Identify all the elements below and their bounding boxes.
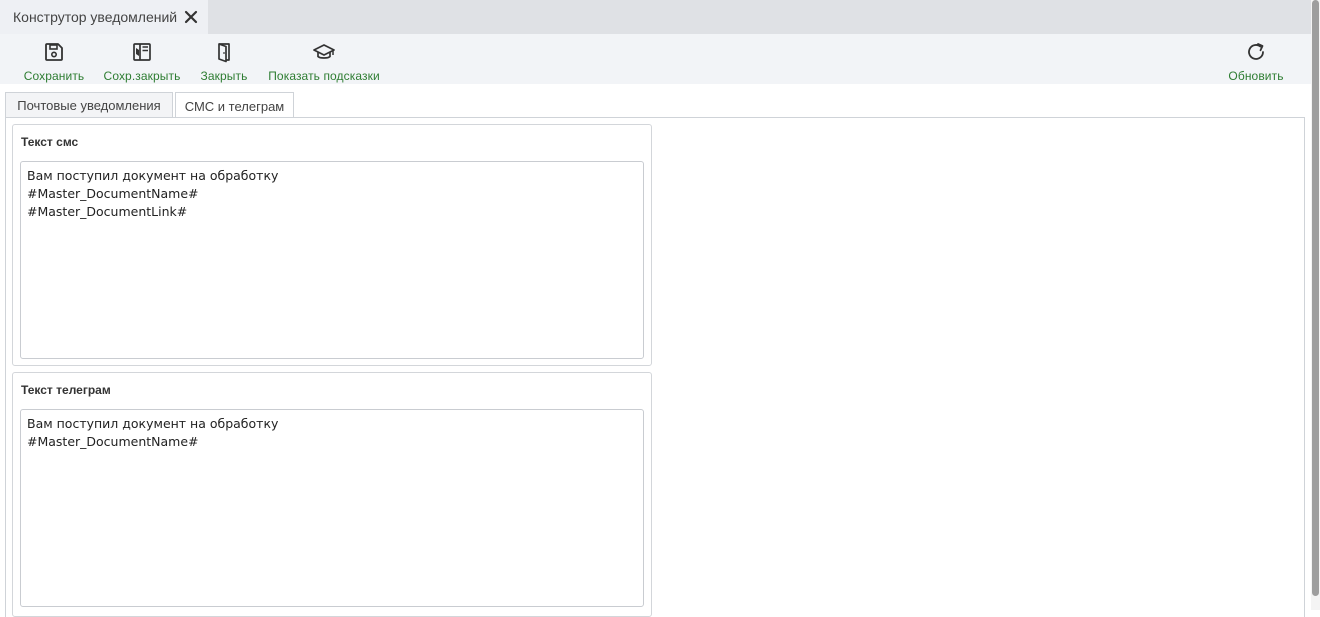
door-icon	[213, 41, 235, 63]
save-close-button[interactable]: Сохр.закрыть	[102, 34, 182, 84]
close-button[interactable]: Закрыть	[198, 34, 250, 84]
save-button-label: Сохранить	[23, 69, 85, 83]
telegram-text-input[interactable]: Вам поступил документ на обработку #Mast…	[20, 409, 644, 607]
show-hints-button-label: Показать подсказки	[268, 69, 380, 83]
scrollbar-thumb[interactable]	[1312, 0, 1319, 596]
vertical-scrollbar[interactable]	[1311, 0, 1320, 610]
refresh-icon	[1245, 41, 1267, 63]
sms-text-input[interactable]: Вам поступил документ на обработку #Mast…	[20, 161, 644, 359]
tab-sms-telegram[interactable]: СМС и телеграм	[175, 92, 294, 119]
document-tab[interactable]: Конструтор уведомлений	[0, 0, 208, 34]
show-hints-button[interactable]: Показать подсказки	[265, 34, 383, 84]
save-button[interactable]: Сохранить	[22, 34, 86, 84]
telegram-text-group: Текст телеграм Вам поступил документ на …	[12, 372, 652, 617]
telegram-text-title: Текст телеграм	[21, 383, 111, 397]
save-close-button-label: Сохр.закрыть	[103, 69, 181, 83]
sms-text-title: Текст смс	[21, 135, 79, 149]
toolbar: Сохранить Сохр.закрыть Закрыть Показать …	[0, 34, 1312, 84]
tab-label: СМС и телеграм	[184, 98, 285, 114]
document-tab-title: Конструтор уведомлений	[13, 9, 178, 25]
window-tab-strip: Конструтор уведомлений	[0, 0, 1312, 34]
close-icon[interactable]	[184, 10, 198, 24]
tab-label: Почтовые уведомления	[17, 98, 161, 113]
graduation-cap-icon	[313, 41, 335, 63]
sms-text-group: Текст смс Вам поступил документ на обраб…	[12, 124, 652, 366]
tab-email-notifications[interactable]: Почтовые уведомления	[5, 92, 173, 118]
save-close-icon	[131, 41, 153, 63]
save-icon	[43, 41, 65, 63]
refresh-button-label: Обновить	[1228, 69, 1284, 83]
refresh-button[interactable]: Обновить	[1226, 34, 1286, 84]
close-button-label: Закрыть	[200, 69, 248, 83]
